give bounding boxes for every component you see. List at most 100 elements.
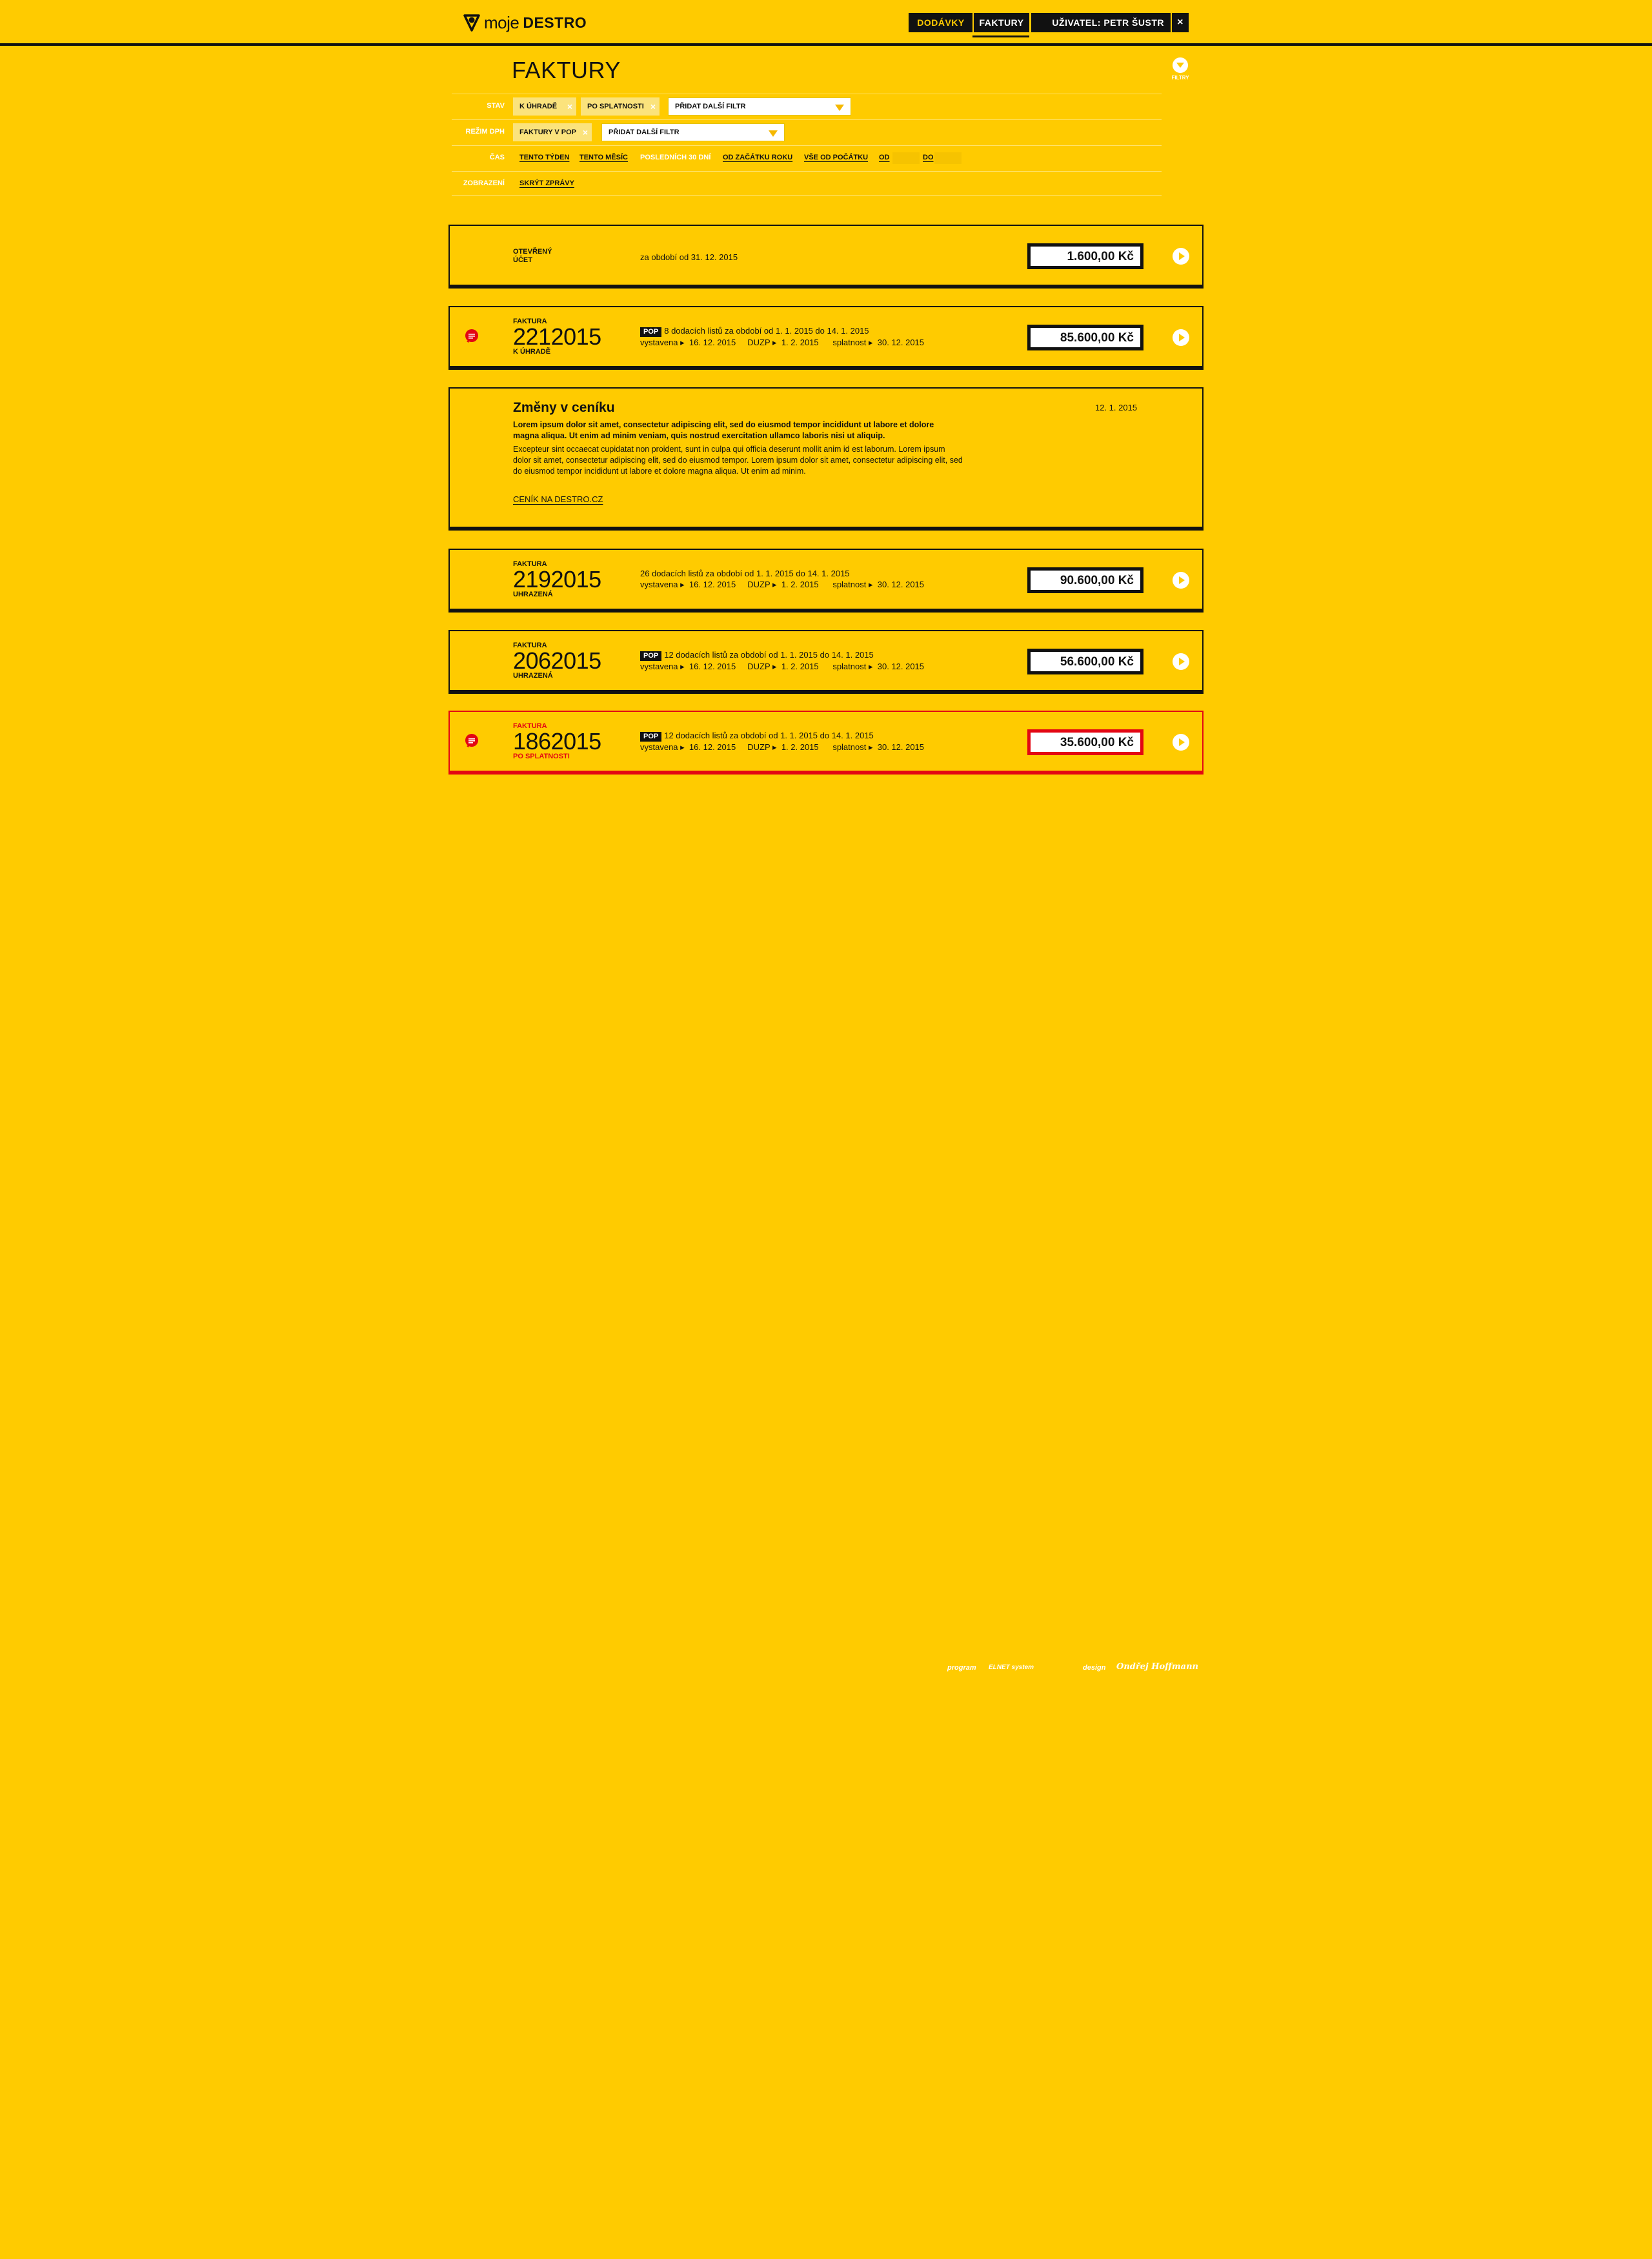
time-this-week[interactable]: TENTO TÝDEN <box>519 154 569 161</box>
open-detail-button[interactable] <box>1173 329 1189 346</box>
amount-box: 56.600,00 Kč <box>1027 649 1143 674</box>
time-year-to-date[interactable]: OD ZAČÁTKU ROKU <box>723 154 792 161</box>
invoice-number: 2062015 <box>513 647 601 674</box>
logo[interactable]: moje DESTRO <box>463 13 587 32</box>
top-bar: moje DESTRO DODÁVKY FAKTURY UŽIVATEL: PE… <box>0 0 1652 46</box>
nav-invoices[interactable]: FAKTURY <box>972 13 1029 32</box>
logout-button[interactable]: × <box>1171 13 1189 32</box>
invoice-info: POP 12 dodacích listů za období od 1. 1. … <box>640 649 924 672</box>
open-detail-button[interactable] <box>1173 653 1189 670</box>
message-icon[interactable] <box>464 329 479 344</box>
time-all[interactable]: VŠE OD POČÁTKU <box>804 154 868 161</box>
open-detail-button[interactable] <box>1173 572 1189 589</box>
invoice-dates: vystavena ▸ 16. 12. 2015 DUZP ▸ 1. 2. 20… <box>640 742 925 752</box>
time-from-input[interactable] <box>892 152 920 164</box>
time-to-input[interactable] <box>934 152 962 164</box>
amount-box: 35.600,00 Kč <box>1027 729 1143 755</box>
add-filter-dropdown[interactable]: PŘIDAT DALŠÍ FILTR <box>668 97 851 116</box>
news-body: Excepteur sint occaecat cupidatat non pr… <box>513 445 963 476</box>
invoice-summary: 26 dodacích listů za období od 1. 1. 201… <box>640 569 850 578</box>
pricelist-link[interactable]: CENÍK NA DESTRO.CZ <box>513 494 603 504</box>
filter-row-vat: REŽIM DPH FAKTURY V POP × PŘIDAT DALŠÍ F… <box>452 119 1162 144</box>
label-line: OTEVŘENÝ <box>513 248 552 256</box>
footer-design-brand[interactable]: Ondřej Hoffmann <box>1116 1662 1198 1672</box>
invoice-state: PO SPLATNOSTI <box>513 753 570 760</box>
logo-text-light: moje <box>484 12 519 32</box>
duzp-label: DUZP <box>747 662 771 671</box>
duzp-date: 1. 2. 2015 <box>781 742 819 752</box>
invoice-summary-line: POP 8 dodacích listů za období od 1. 1. 2… <box>640 325 924 337</box>
invoice-card[interactable]: FAKTURA 2212015 K ÚHRADĚ POP 8 dodacích l… <box>448 306 1204 370</box>
news-lead: Lorem ipsum dolor sit amet, consectetur … <box>513 420 934 440</box>
hide-messages-link[interactable]: SKRÝT ZPRÁVY <box>519 179 574 187</box>
user-menu[interactable]: UŽIVATEL: PETR ŠUSTR <box>1030 13 1171 32</box>
issued-date: 16. 12. 2015 <box>689 338 736 347</box>
invoice-info: POP 8 dodacích listů za období od 1. 1. 2… <box>640 325 924 348</box>
due-label: splatnost <box>832 742 867 752</box>
time-this-month[interactable]: TENTO MĚSÍC <box>579 154 628 161</box>
due-label: splatnost <box>832 338 867 347</box>
filter-toggle[interactable]: FILTRY <box>1171 57 1189 81</box>
invoice-number: 2212015 <box>513 323 601 350</box>
invoice-card[interactable]: FAKTURA 2062015 UHRAZENÁ POP 12 dodacích … <box>448 630 1204 694</box>
destro-logo-icon <box>463 14 480 32</box>
message-icon[interactable] <box>464 733 479 749</box>
open-detail-button[interactable] <box>1173 734 1189 751</box>
pop-badge: POP <box>640 732 662 742</box>
time-last-30-days[interactable]: POSLEDNÍCH 30 DNÍ <box>640 154 710 161</box>
duzp-label: DUZP <box>747 580 771 589</box>
duzp-date: 1. 2. 2015 <box>781 580 819 589</box>
filter-chip-pop[interactable]: FAKTURY V POP × <box>513 123 592 141</box>
filter-row-status: STAV K ÚHRADĚ × PO SPLATNOSTI × PŘIDAT D… <box>452 94 1162 118</box>
chip-label: FAKTURY V POP <box>519 128 577 136</box>
filter-chip-overdue[interactable]: PO SPLATNOSTI × <box>581 97 660 116</box>
due-label: splatnost <box>832 662 867 671</box>
pop-badge: POP <box>640 651 662 661</box>
news-title: Změny v ceníku <box>513 400 615 415</box>
invoice-card-overdue[interactable]: FAKTURA 1862015 PO SPLATNOSTI POP 12 doda… <box>448 711 1204 775</box>
nav-deliveries[interactable]: DODÁVKY <box>909 13 973 32</box>
dropdown-label: PŘIDAT DALŠÍ FILTR <box>609 128 680 136</box>
remove-chip-icon[interactable]: × <box>583 127 588 137</box>
footer-program-brand[interactable]: ELNET system <box>989 1664 1034 1671</box>
invoice-info: 26 dodacích listů za období od 1. 1. 201… <box>640 568 924 590</box>
open-account-card[interactable]: OTEVŘENÝ ÚČET za období od 31. 12. 2015 … <box>448 225 1204 289</box>
duzp-date: 1. 2. 2015 <box>781 662 819 671</box>
invoice-state: UHRAZENÁ <box>513 672 553 680</box>
remove-chip-icon[interactable]: × <box>650 101 656 112</box>
invoice-summary: 12 dodacích listů za období od 1. 1. 201… <box>664 731 874 740</box>
invoice-number: 1862015 <box>513 728 601 755</box>
nav-active-underline <box>972 35 1029 37</box>
invoice-number: 2192015 <box>513 566 601 593</box>
pop-badge: POP <box>640 327 662 337</box>
remove-chip-icon[interactable]: × <box>567 101 572 112</box>
due-date: 30. 12. 2015 <box>877 662 925 671</box>
chevron-down-icon <box>835 105 844 111</box>
filter-status-label: STAV <box>487 102 505 110</box>
amount-box: 85.600,00 Kč <box>1027 325 1143 350</box>
filter-chip-to-pay[interactable]: K ÚHRADĚ × <box>513 97 576 116</box>
filter-row-time: ČAS TENTO TÝDEN TENTO MĚSÍC POSLEDNÍCH 3… <box>452 145 1162 170</box>
filter-row-display: ZOBRAZENÍ SKRÝT ZPRÁVY <box>452 171 1162 196</box>
footer-design-label: design <box>1083 1664 1106 1672</box>
chip-label: PO SPLATNOSTI <box>587 103 644 110</box>
issued-date: 16. 12. 2015 <box>689 662 736 671</box>
issued-label: vystavena <box>640 338 678 347</box>
label-line: ÚČET <box>513 256 532 264</box>
news-card: Změny v ceníku 12. 1. 2015 Lorem ipsum d… <box>448 387 1204 531</box>
page-title: FAKTURY <box>512 57 621 83</box>
issued-date: 16. 12. 2015 <box>689 742 736 752</box>
due-label: splatnost <box>832 580 867 589</box>
invoice-state: K ÚHRADĚ <box>513 348 551 356</box>
add-filter-dropdown-vat[interactable]: PŘIDAT DALŠÍ FILTR <box>601 123 785 141</box>
chip-label: K ÚHRADĚ <box>519 103 558 110</box>
dropdown-label: PŘIDAT DALŠÍ FILTR <box>675 103 746 110</box>
issued-label: vystavena <box>640 580 678 589</box>
invoice-card[interactable]: FAKTURA 2192015 UHRAZENÁ 26 dodacích lis… <box>448 549 1204 613</box>
filter-label: FILTRY <box>1171 75 1189 81</box>
duzp-label: DUZP <box>747 742 771 752</box>
open-detail-button[interactable] <box>1173 248 1189 265</box>
time-from-label: OD <box>879 154 890 161</box>
issued-label: vystavena <box>640 662 678 671</box>
amount-box: 1.600,00 Kč <box>1027 243 1143 269</box>
